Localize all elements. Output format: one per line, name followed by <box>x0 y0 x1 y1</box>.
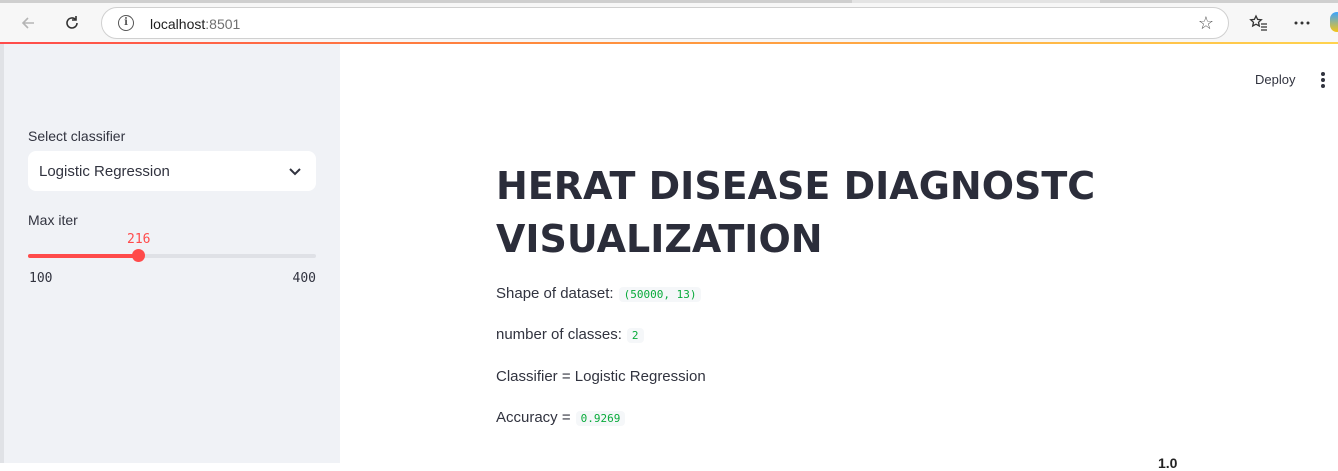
accuracy-value: 0.9269 <box>575 410 626 426</box>
sidebar-edge <box>0 44 4 463</box>
kebab-dot <box>1321 84 1325 88</box>
classes-value: 2 <box>626 327 644 343</box>
arrow-left-icon <box>21 17 34 29</box>
main-menu-button[interactable] <box>1316 70 1330 90</box>
shape-value: (50000, 13) <box>618 286 702 302</box>
ellipsis-icon <box>1294 21 1310 25</box>
accuracy-row: Accuracy = 0.9269 <box>496 409 626 426</box>
classifier-label: Select classifier <box>28 128 126 144</box>
address-bar[interactable]: i localhost:8501 ☆ <box>101 7 1229 39</box>
page-title-line-1: HERAT DISEASE DIAGNOSTC <box>496 164 1096 208</box>
page-title: HERAT DISEASE DIAGNOSTC VISUALIZATION <box>496 160 1116 266</box>
accuracy-label: Accuracy = <box>496 409 571 426</box>
shape-row: Shape of dataset: (50000, 13) <box>496 285 702 302</box>
classifier-select[interactable]: Logistic Regression <box>28 151 316 191</box>
url-text: localhost:8501 <box>150 16 241 32</box>
tab-segment[interactable] <box>0 0 852 3</box>
slider-min-label: 100 <box>29 271 53 286</box>
slider-thumb[interactable] <box>132 249 145 262</box>
classes-label: number of classes: <box>496 326 622 343</box>
slider-track[interactable] <box>28 254 316 258</box>
slider-current-value: 216 <box>127 232 151 247</box>
site-info-icon[interactable]: i <box>118 15 134 31</box>
favorite-star-icon[interactable]: ☆ <box>1198 13 1214 34</box>
slider-fill <box>28 254 139 258</box>
slider-max-label: 400 <box>292 271 316 286</box>
kebab-dot <box>1321 78 1325 82</box>
tab-strip <box>0 0 1338 3</box>
kebab-dot <box>1321 72 1325 76</box>
refresh-button[interactable] <box>57 8 87 38</box>
chart-peek-text: 1.0 <box>1158 455 1178 471</box>
classifier-text: Classifier = Logistic Regression <box>496 368 706 385</box>
refresh-icon <box>66 16 78 29</box>
deploy-button[interactable]: Deploy <box>1247 69 1303 91</box>
more-menu-button[interactable] <box>1289 10 1315 36</box>
copilot-icon[interactable] <box>1330 12 1338 32</box>
max-iter-label: Max iter <box>28 212 78 228</box>
favorites-button[interactable] <box>1246 10 1272 36</box>
back-button[interactable] <box>13 8 43 38</box>
tab-segment[interactable] <box>1100 0 1338 3</box>
classes-row: number of classes: 2 <box>496 326 644 343</box>
url-port: :8501 <box>205 16 241 32</box>
classifier-select-value: Logistic Regression <box>39 163 170 180</box>
chevron-down-icon <box>289 168 301 176</box>
favorites-list-icon <box>1249 14 1267 31</box>
shape-label: Shape of dataset: <box>496 285 614 302</box>
page-title-line-2: VISUALIZATION <box>496 217 823 261</box>
browser-toolbar: i localhost:8501 ☆ <box>0 0 1338 44</box>
